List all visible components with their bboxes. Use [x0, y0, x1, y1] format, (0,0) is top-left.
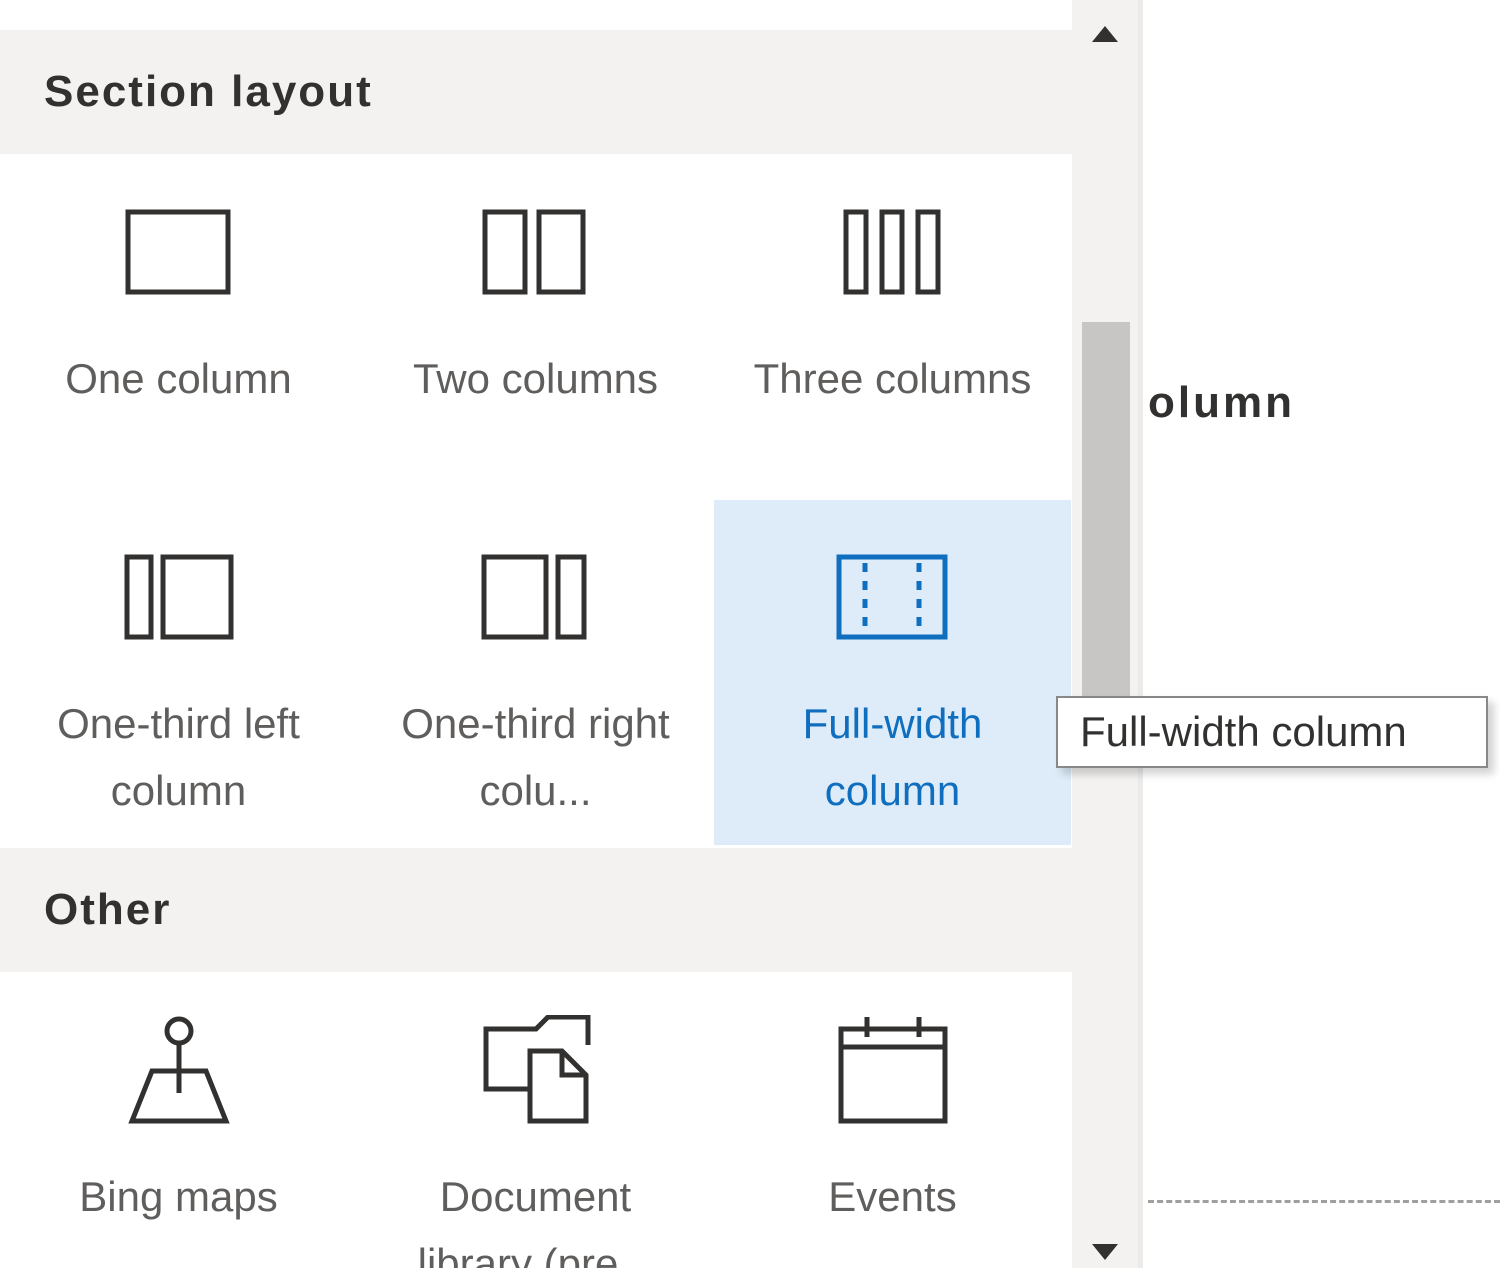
full-width-column-label: Full-width column — [802, 700, 983, 814]
vertical-scrollbar[interactable] — [1072, 0, 1138, 1268]
document-library-icon — [478, 1015, 594, 1124]
tooltip: Full-width column — [1056, 696, 1488, 768]
two-columns-label: Two columns — [412, 355, 659, 402]
one-third-left-column-label: One-third left column — [57, 700, 300, 814]
bing-maps-label: Bing maps — [79, 1173, 278, 1220]
two-columns-option[interactable]: Two columns — [357, 155, 714, 500]
other-header: Other — [0, 848, 1072, 972]
one-column-option[interactable]: One column — [0, 155, 357, 500]
document-library-option[interactable]: Document library (pre... — [357, 973, 714, 1268]
section-boundary-line — [1148, 1200, 1500, 1203]
three-columns-icon — [838, 205, 948, 301]
scroll-up-arrow-icon[interactable] — [1090, 20, 1120, 50]
one-column-icon — [124, 205, 234, 301]
full-width-column-icon — [835, 550, 951, 646]
calendar-icon — [835, 1017, 951, 1124]
canvas-section-label: olumn — [1148, 378, 1295, 427]
full-width-column-option[interactable]: Full-width column — [714, 500, 1071, 845]
one-column-label: One column — [65, 355, 292, 402]
one-third-right-column-option[interactable]: One-third right colu... — [357, 500, 714, 845]
toolbox-panel: Section layout One column Two columns Th… — [0, 0, 1072, 1268]
one-third-right-column-icon — [478, 550, 594, 646]
bing-maps-option[interactable]: Bing maps — [0, 973, 357, 1268]
scroll-thumb[interactable] — [1082, 322, 1130, 702]
one-third-right-column-label: One-third right colu... — [401, 700, 670, 814]
three-columns-label: Three columns — [753, 355, 1032, 402]
events-option[interactable]: Events — [714, 973, 1071, 1268]
map-pin-icon — [124, 1016, 234, 1124]
events-label: Events — [828, 1173, 957, 1220]
three-columns-option[interactable]: Three columns — [714, 155, 1071, 500]
panel-divider — [1138, 0, 1143, 1268]
tooltip-text: Full-width column — [1080, 708, 1407, 755]
document-library-label: Document library (pre... — [417, 1173, 654, 1268]
section-layout-title: Section layout — [44, 67, 373, 116]
scroll-down-arrow-icon[interactable] — [1090, 1236, 1120, 1266]
section-layout-header: Section layout — [0, 30, 1072, 154]
one-third-left-column-icon — [121, 550, 237, 646]
other-title: Other — [44, 885, 172, 934]
one-third-left-column-option[interactable]: One-third left column — [0, 500, 357, 845]
two-columns-icon — [481, 205, 591, 301]
